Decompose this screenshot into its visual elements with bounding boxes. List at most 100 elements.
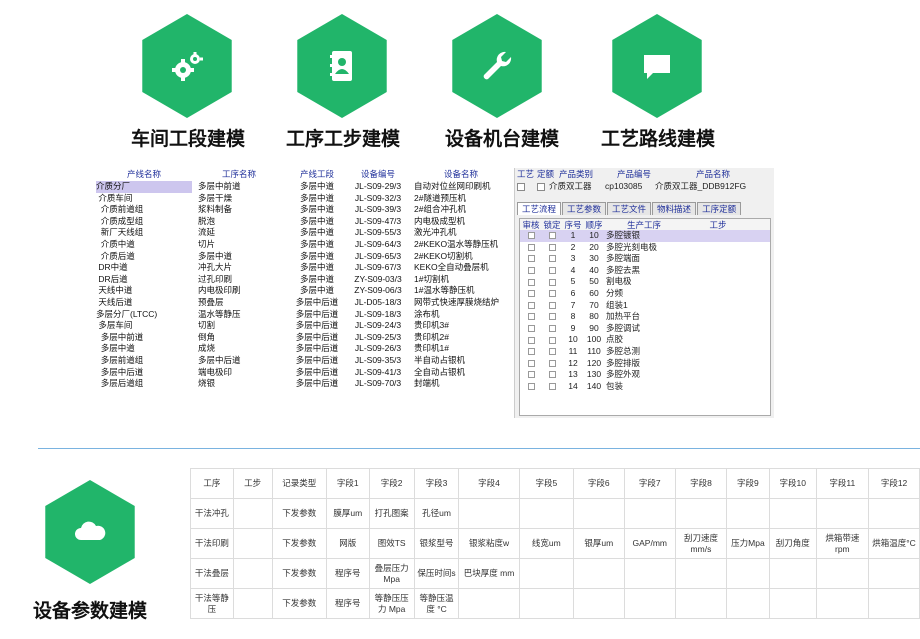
table-row[interactable]: 多层中后道 端电极印 多层中后道 JL-S09-41/3 全自动占银机 — [96, 367, 514, 379]
equipment-module-hexagon[interactable] — [452, 14, 542, 118]
table-row[interactable]: 介质中道 切片 多层中道 JL-S09-64/3 2#KEKO温水等静压机 — [96, 239, 514, 251]
param-table-row[interactable]: 干法印刷 下发参数 网版 图效TS 银浆型号 银浆粘度w 线宽um 银厚um GAP/mm 刮刀速… — [190, 528, 920, 559]
table-row[interactable]: 介质前道组 浆料制备 多层中道 JL-S09-39/3 2#组合冲孔机 — [96, 204, 514, 216]
param-cell: GAP/mm — [623, 528, 677, 559]
process-flow-row[interactable]: 4 40 多腔去黑 — [520, 265, 770, 277]
header-equipment-name: 设备名称 — [443, 169, 478, 179]
review-checkbox[interactable] — [527, 243, 535, 251]
table-row[interactable]: 介质车间 多层干燥 多层中道 JL-S09-32/3 2#隧道预压机 — [96, 193, 514, 205]
param-cell — [815, 498, 870, 529]
review-checkbox[interactable] — [527, 359, 535, 367]
process-flow-row[interactable]: 9 90 多腔调试 — [520, 323, 770, 335]
table-row[interactable]: 多层分厂(LTCC) 温水等静压 多层中后道 JL-S09-18/3 涂布机 — [96, 309, 514, 321]
table-row[interactable]: 多层中道 成烧 多层中后道 JL-S09-26/3 贵印机1# — [96, 343, 514, 355]
process-name-cell: 倒角 — [198, 331, 216, 342]
order-cell: 110 — [587, 345, 601, 356]
lock-checkbox[interactable] — [548, 371, 556, 379]
line-name-cell: DR后道 — [96, 273, 128, 284]
table-row[interactable]: DR中道 冲孔大片 多层中道 JL-S09-67/3 KEKO全自动叠层机 — [96, 262, 514, 274]
header-product-name: 产品名称 — [695, 169, 730, 179]
process-flow-row[interactable]: 11 110 多腔总测 — [520, 346, 770, 358]
table-row[interactable]: 介质分厂 多层中前道 多层中道 JL-S09-29/3 自动对位丝网印刷机 — [96, 181, 514, 193]
table-row[interactable]: 多层中前道 倒角 多层中后道 JL-S09-25/3 贵印机2# — [96, 332, 514, 344]
workshop-module-hexagon[interactable] — [142, 14, 232, 118]
equipment-name-cell: KEKO全自动叠层机 — [414, 262, 489, 273]
table-row[interactable]: 天线中道 内电极印刷 多层中道 ZY-S09-06/3 1#温水等静压机 — [96, 285, 514, 297]
review-checkbox[interactable] — [527, 348, 535, 356]
process-flow-row[interactable]: 7 70 组装1 — [520, 300, 770, 312]
lock-checkbox[interactable] — [548, 278, 556, 286]
param-cell — [725, 588, 770, 619]
lock-checkbox[interactable] — [548, 301, 556, 309]
lock-checkbox[interactable] — [548, 232, 556, 240]
param-table-row[interactable]: 干法冲孔 下发参数 膜厚um 打孔图案 孔径um — [190, 498, 920, 529]
param-cell — [675, 558, 727, 589]
equipment-code-cell: JL-D05-18/3 — [354, 296, 402, 307]
table-row[interactable]: 多层车间 切割 多层中后道 JL-S09-24/3 贵印机3# — [96, 320, 514, 332]
equipment-name-cell: 自动对位丝网印刷机 — [414, 181, 491, 191]
route-module-hexagon[interactable] — [612, 14, 702, 118]
lock-checkbox[interactable] — [548, 255, 556, 263]
process-flow-row[interactable]: 3 30 多腔端面 — [520, 253, 770, 265]
review-checkbox[interactable] — [527, 371, 535, 379]
review-checkbox[interactable] — [527, 325, 535, 332]
line-section-cell: 多层中后道 — [295, 308, 339, 319]
review-checkbox[interactable] — [527, 382, 535, 390]
quota-checkbox[interactable] — [537, 182, 545, 191]
equipment-code-cell: JL-S09-26/3 — [354, 343, 402, 354]
table-row[interactable]: 多层前道组 多层中后道 多层中后道 JL-S09-35/3 半自动占银机 — [96, 355, 514, 367]
process-flow-row[interactable]: 13 130 多腔外观 — [520, 369, 770, 381]
review-checkbox[interactable] — [527, 301, 535, 309]
process-flow-row[interactable]: 5 50 割电极 — [520, 276, 770, 288]
process-flow-row[interactable]: 1 10 多腔镀银 — [520, 230, 770, 242]
lock-checkbox[interactable] — [548, 359, 556, 367]
tab-process-files[interactable]: 工艺文件 — [607, 202, 652, 215]
review-checkbox[interactable] — [527, 336, 535, 344]
step-cell — [682, 253, 754, 265]
param-cell: 网版 — [325, 528, 370, 559]
process-flow-row[interactable]: 14 140 包装 — [520, 381, 770, 393]
tab-process-quota[interactable]: 工序定额 — [697, 202, 742, 215]
review-checkbox[interactable] — [527, 313, 535, 321]
equipment-name-cell: 全自动占银机 — [414, 366, 466, 377]
step-cell — [682, 334, 754, 346]
review-checkbox[interactable] — [527, 290, 535, 298]
table-row[interactable]: 多层后道组 烧银 多层中后道 JL-S09-70/3 封端机 — [96, 378, 514, 390]
table-row[interactable]: 天线后道 预叠层 多层中后道 JL-D05-18/3 网带式快速厚膜烧结炉 — [96, 297, 514, 309]
lock-checkbox[interactable] — [548, 325, 556, 332]
equipment-name-cell: 贵印机3# — [414, 320, 449, 331]
process-flow-row[interactable]: 8 80 加热平台 — [520, 311, 770, 323]
lock-checkbox[interactable] — [548, 243, 556, 251]
table-row[interactable]: 介质后道 多层中道 多层中道 JL-S09-65/3 2#KEKO切割机 — [96, 251, 514, 263]
process-flow-row[interactable]: 2 20 多腔光刻电极 — [520, 242, 770, 254]
tab-material-desc[interactable]: 物料描述 — [652, 202, 697, 215]
review-checkbox[interactable] — [527, 267, 535, 275]
review-checkbox[interactable] — [527, 278, 535, 286]
lock-checkbox[interactable] — [548, 348, 556, 356]
process-flow-row[interactable]: 6 60 分频 — [520, 288, 770, 300]
process-flow-row[interactable]: 10 100 点胶 — [520, 334, 770, 346]
craft-checkbox[interactable] — [517, 182, 525, 191]
lock-checkbox[interactable] — [548, 290, 556, 298]
line-name-cell: 介质后道 — [96, 250, 135, 261]
table-row[interactable]: 介质成型组 脱泡 多层中道 JL-S09-47/3 内电极成型机 — [96, 216, 514, 228]
table-row[interactable]: DR后道 过孔印刷 多层中道 ZY-S09-03/3 1#切割机 — [96, 274, 514, 286]
param-table-row[interactable]: 干法叠层 下发参数 程序号 叠层压力 Mpa 保压时间s 巴块厚度 mm — [190, 558, 920, 589]
process-module-hexagon[interactable] — [297, 14, 387, 118]
tab-process-params[interactable]: 工艺参数 — [562, 202, 607, 215]
lock-checkbox[interactable] — [548, 267, 556, 275]
lock-checkbox[interactable] — [548, 382, 556, 390]
tab-process-flow[interactable]: 工艺流程 — [517, 202, 562, 215]
seq-cell: 3 — [570, 253, 576, 264]
param-table-row[interactable]: 干法等静压 下发参数 程序号 等静压压力 Mpa 等静压温度 °C — [190, 588, 920, 619]
review-checkbox[interactable] — [527, 255, 535, 263]
review-checkbox[interactable] — [527, 232, 535, 240]
lock-checkbox[interactable] — [548, 313, 556, 321]
process-flow-row[interactable]: 12 120 多腔排版 — [520, 358, 770, 370]
lock-checkbox[interactable] — [548, 336, 556, 344]
param-module-hexagon[interactable] — [45, 480, 135, 584]
equipment-code-cell: JL-S09-39/3 — [354, 204, 402, 215]
param-cell: 干法等静压 — [190, 588, 234, 619]
line-name-cell: 介质中道 — [96, 238, 135, 249]
table-row[interactable]: 新厂天线组 流延 多层中道 JL-S09-55/3 激光冲孔机 — [96, 227, 514, 239]
